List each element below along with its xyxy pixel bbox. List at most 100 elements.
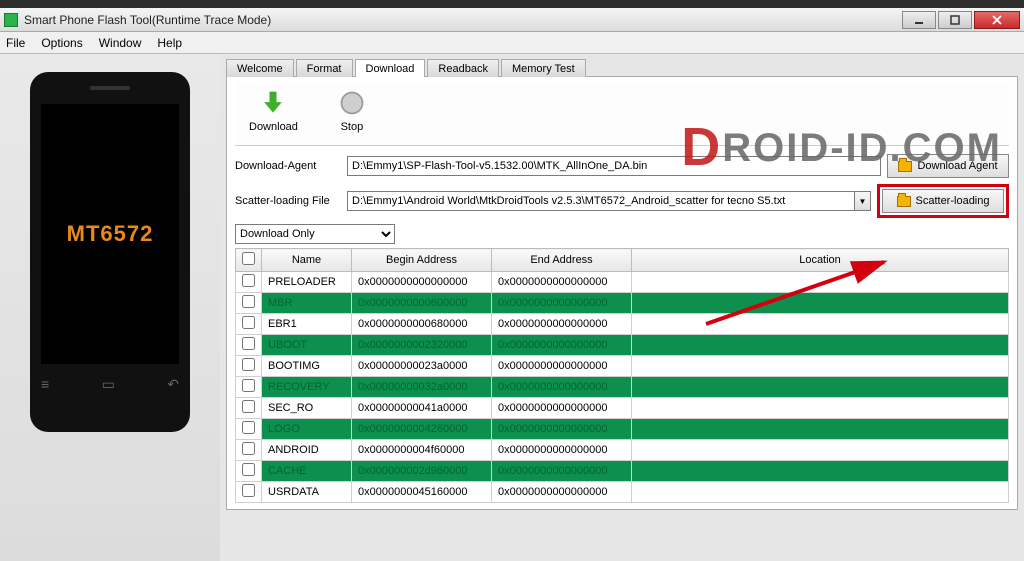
- maximize-button[interactable]: [938, 11, 972, 29]
- row-checkbox[interactable]: [242, 442, 255, 455]
- minimize-button[interactable]: [902, 11, 936, 29]
- cell-end: 0x0000000000000000: [492, 482, 632, 503]
- folder-icon: [897, 196, 911, 207]
- scatter-button-highlight: Scatter-loading: [877, 184, 1009, 218]
- table-row[interactable]: EBR10x00000000006800000x0000000000000000: [236, 314, 1009, 335]
- table-row[interactable]: SEC_RO0x00000000041a00000x00000000000000…: [236, 398, 1009, 419]
- cell-location: [632, 398, 1009, 419]
- cell-begin: 0x0000000004260000: [352, 419, 492, 440]
- close-button[interactable]: [974, 11, 1020, 29]
- tab-readback[interactable]: Readback: [427, 59, 499, 77]
- menu-options[interactable]: Options: [41, 36, 82, 50]
- col-checkbox[interactable]: [236, 249, 262, 272]
- tab-download[interactable]: Download: [355, 59, 426, 77]
- row-checkbox[interactable]: [242, 400, 255, 413]
- row-checkbox[interactable]: [242, 274, 255, 287]
- menu-softkey-icon: ≡: [41, 376, 49, 393]
- cell-begin: 0x000000002d960000: [352, 461, 492, 482]
- table-row[interactable]: CACHE0x000000002d9600000x000000000000000…: [236, 461, 1009, 482]
- tab-format[interactable]: Format: [296, 59, 353, 77]
- menu-help[interactable]: Help: [157, 36, 182, 50]
- scatter-file-label: Scatter-loading File: [235, 195, 347, 207]
- cell-begin: 0x0000000000600000: [352, 293, 492, 314]
- table-row[interactable]: UBOOT0x00000000023200000x000000000000000…: [236, 335, 1009, 356]
- download-agent-input[interactable]: [347, 156, 881, 176]
- table-row[interactable]: BOOTIMG0x00000000023a00000x0000000000000…: [236, 356, 1009, 377]
- table-row[interactable]: LOGO0x00000000042600000x0000000000000000: [236, 419, 1009, 440]
- window-title: Smart Phone Flash Tool(Runtime Trace Mod…: [24, 13, 900, 27]
- row-checkbox[interactable]: [242, 358, 255, 371]
- cell-name: ANDROID: [262, 440, 352, 461]
- table-row[interactable]: USRDATA0x00000000451600000x0000000000000…: [236, 482, 1009, 503]
- tab-welcome[interactable]: Welcome: [226, 59, 294, 77]
- scatter-file-input[interactable]: [347, 191, 855, 211]
- row-checkbox[interactable]: [242, 337, 255, 350]
- row-checkbox[interactable]: [242, 379, 255, 392]
- cell-end: 0x0000000000000000: [492, 314, 632, 335]
- stop-action[interactable]: Stop: [338, 89, 366, 133]
- menu-window[interactable]: Window: [99, 36, 142, 50]
- table-row[interactable]: MBR0x00000000006000000x0000000000000000: [236, 293, 1009, 314]
- col-begin: Begin Address: [352, 249, 492, 272]
- cell-end: 0x0000000000000000: [492, 377, 632, 398]
- cell-end: 0x0000000000000000: [492, 272, 632, 293]
- cell-location: [632, 482, 1009, 503]
- download-icon: [259, 89, 287, 117]
- scatter-dropdown-button[interactable]: ▼: [855, 191, 871, 211]
- tab-memory-test[interactable]: Memory Test: [501, 59, 586, 77]
- cell-name: MBR: [262, 293, 352, 314]
- phone-preview-panel: MT6572 ≡ ▭ ↶: [0, 54, 220, 561]
- table-row[interactable]: RECOVERY0x00000000032a00000x000000000000…: [236, 377, 1009, 398]
- row-checkbox[interactable]: [242, 295, 255, 308]
- row-checkbox[interactable]: [242, 484, 255, 497]
- row-checkbox[interactable]: [242, 316, 255, 329]
- cell-location: [632, 293, 1009, 314]
- cell-name: EBR1: [262, 314, 352, 335]
- cell-begin: 0x0000000002320000: [352, 335, 492, 356]
- scatter-loading-button[interactable]: Scatter-loading: [882, 189, 1004, 213]
- col-name: Name: [262, 249, 352, 272]
- menu-bar: File Options Window Help: [0, 32, 1024, 54]
- download-agent-label: Download-Agent: [235, 160, 347, 172]
- cell-end: 0x0000000000000000: [492, 461, 632, 482]
- folder-icon: [898, 161, 912, 172]
- browser-tab-strip: [0, 0, 1024, 8]
- table-row[interactable]: PRELOADER0x00000000000000000x00000000000…: [236, 272, 1009, 293]
- partition-table: Name Begin Address End Address Location …: [235, 248, 1009, 503]
- cell-location: [632, 419, 1009, 440]
- table-row[interactable]: ANDROID0x0000000004f600000x0000000000000…: [236, 440, 1009, 461]
- cell-begin: 0x0000000000680000: [352, 314, 492, 335]
- cell-begin: 0x0000000045160000: [352, 482, 492, 503]
- cell-location: [632, 272, 1009, 293]
- back-softkey-icon: ↶: [167, 376, 179, 393]
- cell-begin: 0x0000000004f60000: [352, 440, 492, 461]
- tab-strip: Welcome Format Download Readback Memory …: [226, 58, 1018, 76]
- cell-location: [632, 314, 1009, 335]
- row-checkbox[interactable]: [242, 463, 255, 476]
- cell-name: BOOTIMG: [262, 356, 352, 377]
- window-titlebar: Smart Phone Flash Tool(Runtime Trace Mod…: [0, 8, 1024, 32]
- cell-end: 0x0000000000000000: [492, 398, 632, 419]
- cell-end: 0x0000000000000000: [492, 419, 632, 440]
- download-action[interactable]: Download: [249, 89, 298, 133]
- cell-location: [632, 440, 1009, 461]
- cell-end: 0x0000000000000000: [492, 335, 632, 356]
- stop-icon: [338, 89, 366, 117]
- cell-end: 0x0000000000000000: [492, 356, 632, 377]
- cell-location: [632, 335, 1009, 356]
- cell-location: [632, 377, 1009, 398]
- cell-begin: 0x00000000032a0000: [352, 377, 492, 398]
- cell-name: PRELOADER: [262, 272, 352, 293]
- cell-name: LOGO: [262, 419, 352, 440]
- tab-body: Download Stop Download-Agent Download Ag…: [226, 76, 1018, 510]
- download-mode-select[interactable]: Download Only: [235, 224, 395, 244]
- menu-file[interactable]: File: [6, 36, 25, 50]
- cell-begin: 0x00000000023a0000: [352, 356, 492, 377]
- cell-end: 0x0000000000000000: [492, 293, 632, 314]
- col-location: Location: [632, 249, 1009, 272]
- col-end: End Address: [492, 249, 632, 272]
- download-agent-button[interactable]: Download Agent: [887, 154, 1009, 178]
- row-checkbox[interactable]: [242, 421, 255, 434]
- cell-location: [632, 461, 1009, 482]
- app-icon: [4, 13, 18, 27]
